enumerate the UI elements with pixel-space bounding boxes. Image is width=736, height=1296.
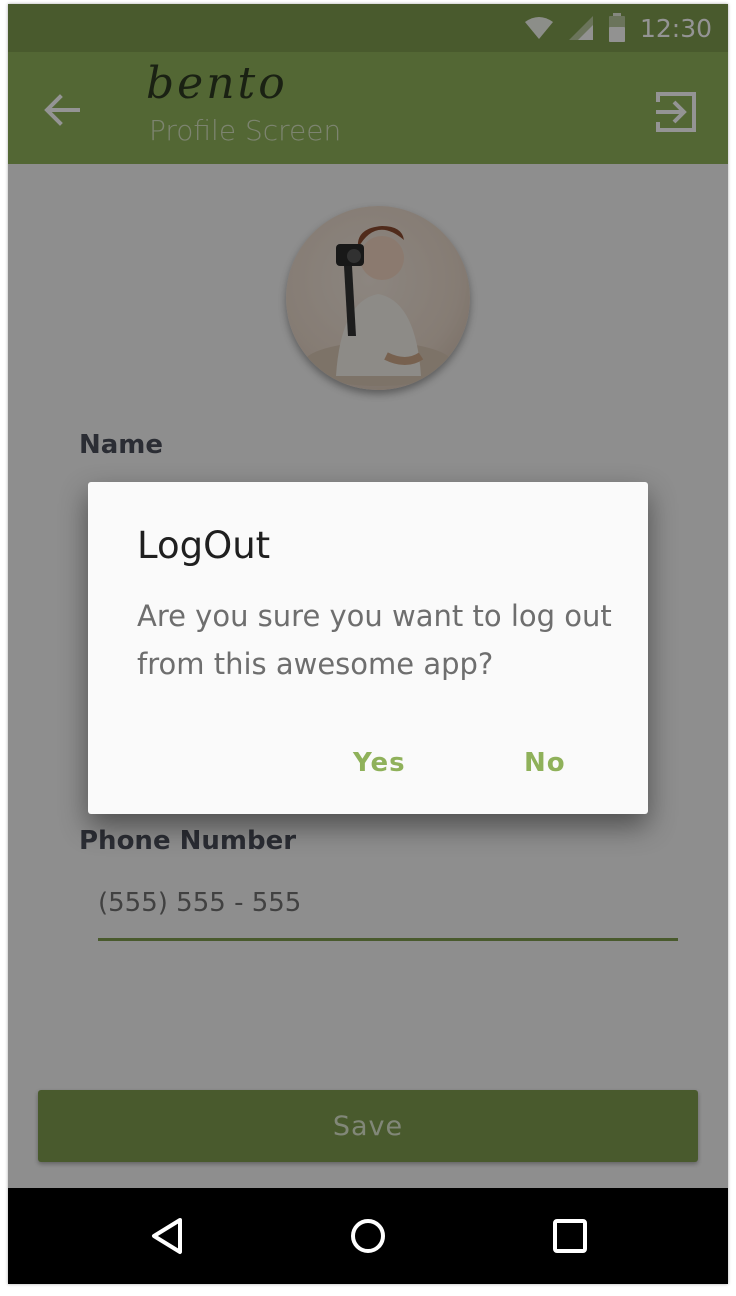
back-nav-icon[interactable] xyxy=(144,1212,192,1260)
no-button[interactable]: No xyxy=(524,748,566,778)
yes-button[interactable]: Yes xyxy=(353,748,406,778)
navigation-bar xyxy=(8,1188,728,1284)
recents-nav-icon[interactable] xyxy=(546,1212,594,1260)
home-nav-icon[interactable] xyxy=(344,1212,392,1260)
phone-screen: 12:30 bento Profile Screen Name Phone Nu… xyxy=(8,4,728,1284)
dialog-title: LogOut xyxy=(137,524,271,567)
dialog-message: Are you sure you want to log out from th… xyxy=(137,599,612,681)
logout-dialog: LogOut Are you sure you want to log out … xyxy=(88,482,648,814)
